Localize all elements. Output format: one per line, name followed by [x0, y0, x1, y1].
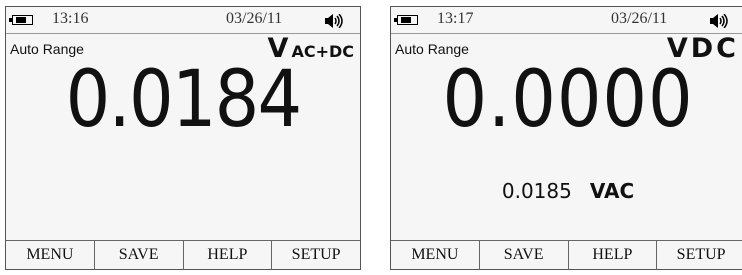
- status-date: 03/26/11: [611, 10, 668, 27]
- speaker-icon: [710, 14, 728, 28]
- secondary-unit: VAC: [589, 179, 635, 203]
- softkey-bar: MENU SAVE HELP SETUP: [391, 240, 742, 269]
- battery-icon: [9, 15, 33, 25]
- status-bar: 13:17 03/26/11: [391, 7, 742, 34]
- mode-coupling: AC+DC: [291, 42, 354, 61]
- multimeter-screen-left: 13:16 03/26/11 Auto Range V AC+DC 0.0184 …: [5, 6, 361, 270]
- save-softkey[interactable]: SAVE: [95, 241, 184, 269]
- status-time: 13:17: [437, 10, 474, 27]
- battery-icon: [394, 15, 418, 25]
- secondary-reading: 0.0185 VAC: [391, 179, 742, 203]
- multimeter-screen-right: 13:17 03/26/11 Auto Range VDC 0.0000 0.0…: [390, 6, 742, 270]
- primary-reading: 0.0184: [65, 55, 303, 145]
- menu-softkey[interactable]: MENU: [6, 241, 95, 269]
- save-softkey[interactable]: SAVE: [480, 241, 569, 269]
- speaker-icon: [325, 14, 343, 28]
- status-date: 03/26/11: [226, 10, 283, 27]
- setup-softkey[interactable]: SETUP: [272, 241, 360, 269]
- primary-reading: 0.0000: [442, 55, 694, 145]
- secondary-value: 0.0185: [501, 179, 572, 203]
- softkey-bar: MENU SAVE HELP SETUP: [6, 240, 360, 269]
- status-bar: 13:16 03/26/11: [6, 7, 360, 34]
- status-time: 13:16: [52, 10, 89, 27]
- menu-softkey[interactable]: MENU: [391, 241, 480, 269]
- help-softkey[interactable]: HELP: [569, 241, 658, 269]
- help-softkey[interactable]: HELP: [184, 241, 273, 269]
- setup-softkey[interactable]: SETUP: [657, 241, 742, 269]
